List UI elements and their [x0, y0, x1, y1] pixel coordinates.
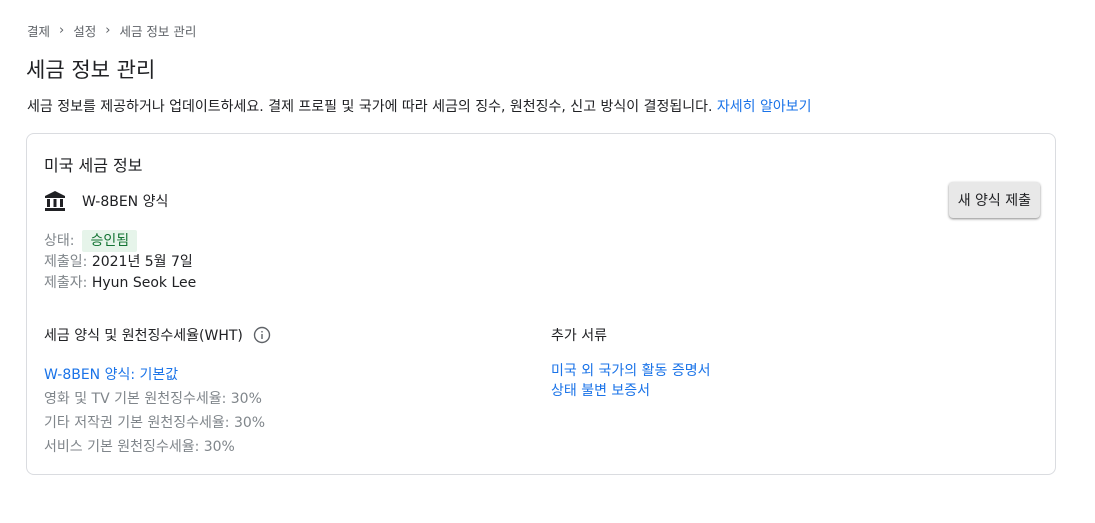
w8ben-default-link[interactable]: W-8BEN 양식: 기본값: [44, 363, 265, 387]
additional-docs-list: 미국 외 국가의 활동 증명서 상태 불변 보증서: [551, 361, 710, 401]
submitter-label: 제출자:: [44, 275, 88, 291]
chevron-right-icon: ›: [59, 23, 65, 38]
card-title: 미국 세금 정보: [44, 156, 143, 175]
bank-icon: [44, 190, 66, 212]
submitted-date-label: 제출일:: [44, 254, 88, 270]
wht-rate-copyright: 기타 저작권 기본 원천징수세율: 30%: [44, 415, 266, 431]
info-icon[interactable]: [253, 326, 271, 344]
intro-text: 세금 정보를 제공하거나 업데이트하세요. 결제 프로필 및 국가에 따라 세금…: [27, 96, 812, 116]
additional-docs-header: 추가 서류: [551, 328, 607, 344]
form-meta: 상태: 승인됨 제출일: 2021년 5월 7일 제출자: Hyun Seok L…: [44, 230, 196, 294]
page-title: 세금 정보 관리: [26, 58, 156, 82]
breadcrumb-item-current: 세금 정보 관리: [119, 24, 197, 39]
learn-more-link[interactable]: 자세히 알아보기: [717, 99, 812, 115]
status-label: 상태:: [44, 233, 75, 249]
non-us-activity-certificate-link[interactable]: 미국 외 국가의 활동 증명서: [551, 361, 710, 381]
status-badge: 승인됨: [82, 230, 138, 252]
submitter-value: Hyun Seok Lee: [91, 275, 197, 291]
submit-new-form-button[interactable]: 새 양식 제출: [948, 182, 1040, 218]
wht-rate-services: 서비스 기본 원천징수세율: 30%: [44, 439, 235, 455]
no-change-in-status-link[interactable]: 상태 불변 보증서: [551, 381, 710, 401]
status-row: 상태: 승인됨: [44, 230, 196, 252]
wht-list: W-8BEN 양식: 기본값 영화 및 TV 기본 원천징수세율: 30% 기타…: [44, 363, 265, 459]
breadcrumb-item-billing[interactable]: 결제: [27, 21, 50, 40]
wht-header-label: 세금 양식 및 원천징수세율(WHT): [44, 328, 243, 344]
wht-header: 세금 양식 및 원천징수세율(WHT): [44, 325, 271, 345]
form-row: W-8BEN 양식: [44, 190, 168, 212]
chevron-right-icon: ›: [105, 23, 111, 38]
us-tax-info-card: 미국 세금 정보 W-8BEN 양식 새 양식 제출 상태: 승인됨 제출일: 2…: [26, 133, 1056, 475]
breadcrumb: 결제 › 설정 › 세금 정보 관리: [27, 21, 196, 40]
submitted-date-row: 제출일: 2021년 5월 7일: [44, 252, 196, 273]
form-name: W-8BEN 양식: [82, 194, 169, 210]
submitted-date-value: 2021년 5월 7일: [91, 254, 193, 270]
breadcrumb-item-settings[interactable]: 설정: [73, 21, 96, 40]
submitter-row: 제출자: Hyun Seok Lee: [44, 273, 196, 294]
wht-rate-film-tv: 영화 및 TV 기본 원천징수세율: 30%: [44, 391, 262, 407]
intro-description: 세금 정보를 제공하거나 업데이트하세요. 결제 프로필 및 국가에 따라 세금…: [27, 99, 717, 115]
